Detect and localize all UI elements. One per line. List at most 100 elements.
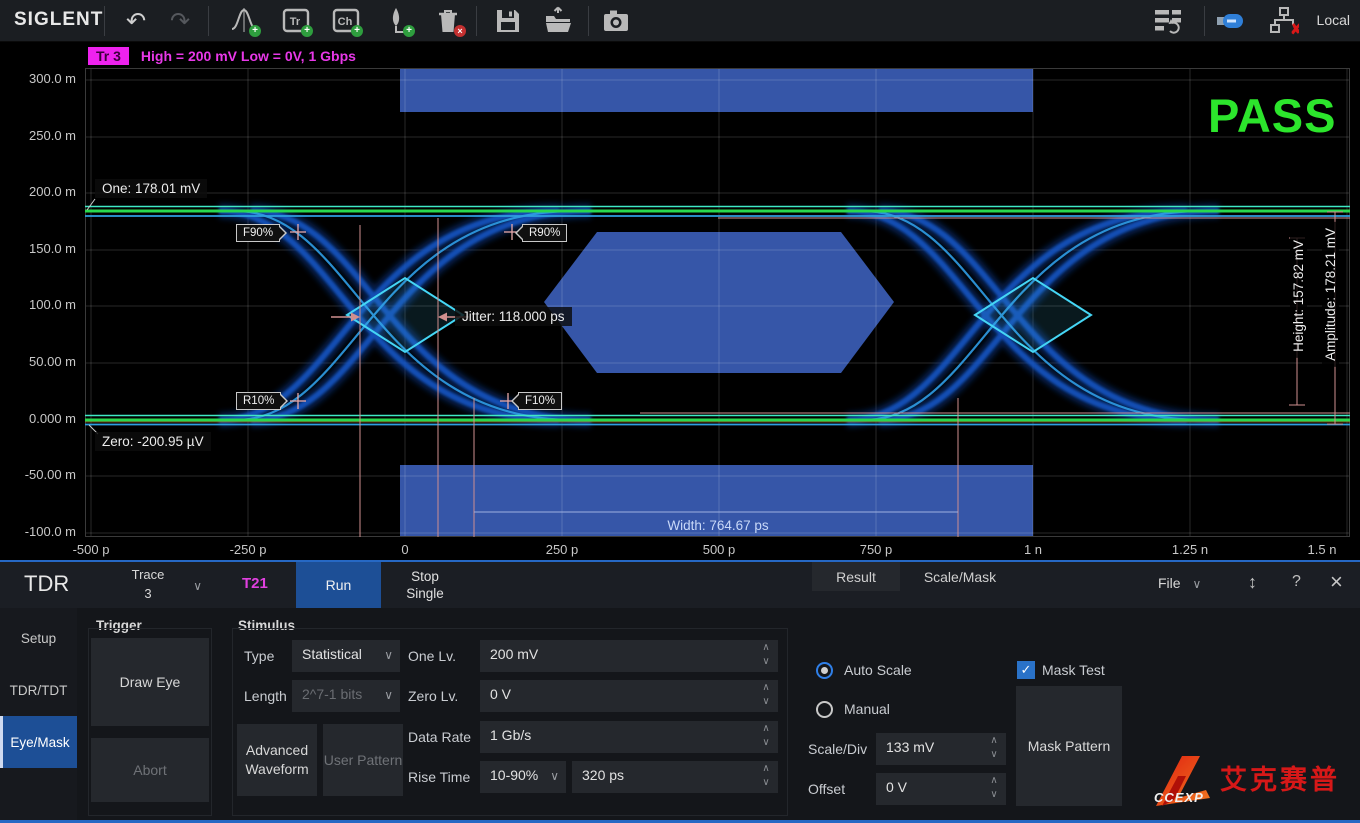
data-rate-field[interactable]: 1 Gb/s ∧∨ <box>480 721 778 753</box>
stop-single-button[interactable]: Stop Single <box>392 562 458 608</box>
spinner-icons[interactable]: ∧∨ <box>759 641 773 671</box>
chevron-down-icon: ∨ <box>550 769 559 783</box>
file-menu[interactable]: File ∨ <box>1158 575 1201 591</box>
one-level-label: One Lv. <box>408 648 456 664</box>
trace-name[interactable]: T21 <box>242 575 268 592</box>
zero-level-label: Zero Lv. <box>408 688 458 704</box>
delete-icon[interactable]: × <box>430 4 466 38</box>
chevron-down-icon: ∨ <box>384 648 393 662</box>
eye-diagram-canvas[interactable] <box>85 68 1350 537</box>
svg-text:Ch: Ch <box>338 16 353 28</box>
add-trace-icon[interactable]: Tr + <box>278 4 314 38</box>
y-tick: -100.0 m <box>0 524 76 539</box>
separator <box>476 6 477 36</box>
draw-eye-button[interactable]: Draw Eye <box>91 638 209 726</box>
add-stimulus-icon[interactable]: + <box>380 4 416 38</box>
mask-regions <box>400 68 1033 537</box>
offset-field[interactable]: 0 V ∧∨ <box>876 773 1006 805</box>
run-button[interactable]: Run <box>296 562 381 608</box>
spinner-icons[interactable]: ∧∨ <box>759 681 773 711</box>
panel-sidebar: Setup TDR/TDT Eye/Mask <box>0 608 77 823</box>
separator <box>104 6 105 36</box>
y-tick: 300.0 m <box>0 71 76 86</box>
chevron-down-icon: ∨ <box>384 688 393 702</box>
one-level-annotation: One: 178.01 mV <box>95 179 207 198</box>
scale-div-field[interactable]: 133 mV ∧∨ <box>876 733 1006 765</box>
marker-r10: R10% <box>236 392 281 410</box>
x-tick: 500 p <box>674 542 764 557</box>
file-menu-label: File <box>1158 575 1181 591</box>
rise-time-field[interactable]: 320 ps ∧∨ <box>572 761 778 793</box>
save-icon[interactable] <box>490 4 526 38</box>
spinner-icons[interactable]: ∧∨ <box>759 762 773 792</box>
tab-scale-mask[interactable]: Scale/Mask <box>900 562 1020 591</box>
jitter-annotation: Jitter: 118.000 ps <box>455 307 572 326</box>
type-label: Type <box>244 648 274 664</box>
svg-text:Tr: Tr <box>290 16 301 28</box>
rise-time-ref-dropdown[interactable]: 10-90% ∨ <box>480 761 566 793</box>
spinner-icons[interactable]: ∧∨ <box>987 734 1001 764</box>
advanced-waveform-button[interactable]: Advanced Waveform <box>237 724 317 796</box>
marker-r90: R90% <box>522 224 567 242</box>
open-icon[interactable] <box>540 4 576 38</box>
zero-level-field[interactable]: 0 V ∧∨ <box>480 680 778 712</box>
add-math-trace-icon[interactable]: + <box>226 4 262 38</box>
trace-badge[interactable]: Tr 3 <box>88 47 129 65</box>
sidebar-item-tdr-tdt[interactable]: TDR/TDT <box>0 664 77 716</box>
one-level-field[interactable]: 200 mV ∧∨ <box>480 640 778 672</box>
rise-time-value: 320 ps <box>582 767 624 783</box>
close-icon[interactable]: × <box>1330 569 1343 595</box>
help-icon[interactable]: ? <box>1292 573 1301 591</box>
trace-selector[interactable]: Trace 3 ∨ <box>108 565 188 605</box>
resize-panel-icon[interactable]: ↕ <box>1248 572 1257 593</box>
x-tick: -250 p <box>203 542 293 557</box>
sidebar-item-eye-mask[interactable]: Eye/Mask <box>0 716 77 768</box>
screenshot-icon[interactable] <box>598 4 634 38</box>
usb-icon[interactable] <box>1212 4 1248 38</box>
manual-radio[interactable] <box>816 701 833 718</box>
add-channel-icon[interactable]: Ch + <box>328 4 364 38</box>
accexp-chinese-text: 艾克赛普 <box>1220 758 1340 797</box>
x-tick: 1.25 n <box>1145 542 1235 557</box>
auto-scale-radio[interactable] <box>816 662 833 679</box>
y-tick: 200.0 m <box>0 184 76 199</box>
mask-pattern-button[interactable]: Mask Pattern <box>1016 686 1122 806</box>
user-pattern-button[interactable]: User Pattern <box>323 724 403 796</box>
local-remote-status[interactable]: Local <box>1317 12 1350 28</box>
y-tick: 250.0 m <box>0 128 76 143</box>
rise-time-label: Rise Time <box>408 769 470 785</box>
scale-div-label: Scale/Div <box>808 741 867 757</box>
x-tick: -500 p <box>46 542 136 557</box>
sidebar-item-setup[interactable]: Setup <box>0 612 77 664</box>
data-rate-value: 1 Gb/s <box>490 727 531 743</box>
layout-sync-icon[interactable] <box>1150 4 1186 38</box>
x-tick: 1.5 n <box>1277 542 1360 557</box>
trace-selector-value: 3 <box>108 584 188 603</box>
x-tick: 250 p <box>517 542 607 557</box>
length-label: Length <box>244 688 287 704</box>
undo-icon[interactable]: ↶ <box>118 4 154 38</box>
redo-icon: ↷ <box>162 4 198 38</box>
lan-disconnected-icon[interactable]: ✘ <box>1266 4 1302 38</box>
type-dropdown[interactable]: Statistical ∨ <box>292 640 400 672</box>
abort-button[interactable]: Abort <box>91 738 209 802</box>
y-tick: 50.00 m <box>0 354 76 369</box>
svg-text:✘: ✘ <box>1290 21 1299 36</box>
width-annotation: Width: 764.67 ps <box>628 516 808 535</box>
tab-result[interactable]: Result <box>812 562 900 591</box>
mask-test-label: Mask Test <box>1042 662 1105 678</box>
zero-level-annotation: Zero: -200.95 µV <box>95 432 211 451</box>
rise-time-ref: 10-90% <box>490 767 538 783</box>
accexp-watermark: CCEXP 艾克赛普 <box>1148 750 1353 816</box>
tdr-control-panel: TDR Trace 3 ∨ T21 Run Stop Single File ∨… <box>0 560 1360 821</box>
y-tick: 100.0 m <box>0 297 76 312</box>
accexp-logo-text: CCEXP <box>1154 790 1204 805</box>
spinner-icons[interactable]: ∧∨ <box>987 774 1001 804</box>
length-dropdown: 2^7-1 bits ∨ <box>292 680 400 712</box>
x-tick: 1 n <box>988 542 1078 557</box>
y-tick: -50.00 m <box>0 467 76 482</box>
separator <box>1204 6 1205 36</box>
offset-value: 0 V <box>886 779 907 795</box>
spinner-icons[interactable]: ∧∨ <box>759 722 773 752</box>
mask-test-checkbox[interactable]: ✓ <box>1017 661 1035 679</box>
